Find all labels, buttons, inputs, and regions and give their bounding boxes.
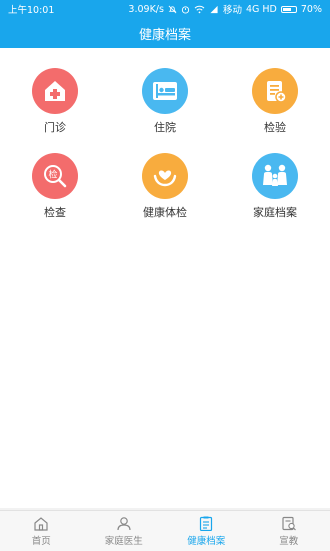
- tab-label: 家庭医生: [105, 533, 143, 547]
- grid-item-label: 检查: [44, 204, 66, 220]
- tab-family-doctor[interactable]: 家庭医生: [83, 511, 166, 551]
- lab-report-icon: [261, 77, 289, 105]
- status-bar: 上午10:01 3.09K/s 移动 4G HD 70%: [0, 0, 330, 18]
- bed-icon: [150, 78, 180, 104]
- exam-circle: 检: [32, 153, 78, 199]
- home-icon: [33, 516, 49, 531]
- grid-item-checkup[interactable]: 健康体检: [110, 153, 220, 220]
- grid-item-inpatient[interactable]: 住院: [110, 68, 220, 135]
- doctor-icon: [116, 516, 132, 531]
- wifi-icon: [194, 5, 205, 14]
- exam-badge-text: 检: [48, 169, 57, 181]
- heart-hands-icon: [151, 162, 179, 190]
- title-bar: 健康档案: [0, 18, 330, 48]
- battery-icon: [281, 6, 297, 13]
- network-speed: 3.09K/s: [128, 4, 164, 15]
- main-content: 门诊 住院: [0, 48, 330, 508]
- page-title: 健康档案: [139, 24, 191, 43]
- feature-grid: 门诊 住院: [0, 68, 330, 220]
- grid-item-lab[interactable]: 检验: [220, 68, 330, 135]
- network-type: 4G HD: [246, 4, 277, 15]
- battery-percent: 70%: [301, 4, 322, 15]
- checkup-circle: [142, 153, 188, 199]
- grid-item-label: 检验: [264, 119, 286, 135]
- grid-item-exam[interactable]: 检 检查: [0, 153, 110, 220]
- grid-item-label: 家庭档案: [253, 204, 297, 220]
- bottom-tab-bar: 首页 家庭医生 健康档案 宣教: [0, 510, 330, 551]
- status-time: 上午10:01: [8, 2, 54, 16]
- clinic-icon: [41, 77, 69, 105]
- exam-search-icon: 检: [40, 161, 70, 191]
- inpatient-circle: [142, 68, 188, 114]
- status-indicators: 3.09K/s 移动 4G HD 70%: [128, 2, 322, 16]
- records-icon: [198, 516, 214, 531]
- grid-item-label: 健康体检: [143, 204, 187, 220]
- grid-item-label: 住院: [154, 119, 176, 135]
- carrier-label: 移动: [223, 2, 242, 16]
- tab-label: 健康档案: [187, 533, 225, 547]
- signal-icon: [209, 5, 219, 14]
- clinic-circle: [32, 68, 78, 114]
- grid-item-label: 门诊: [44, 119, 66, 135]
- tab-home[interactable]: 首页: [0, 511, 83, 551]
- family-icon: [259, 161, 291, 191]
- tab-education[interactable]: 宣教: [248, 511, 330, 551]
- family-circle: [252, 153, 298, 199]
- tab-health-records[interactable]: 健康档案: [165, 511, 248, 551]
- lab-circle: [252, 68, 298, 114]
- grid-item-clinic[interactable]: 门诊: [0, 68, 110, 135]
- tab-label: 首页: [32, 533, 51, 547]
- alarm-icon: [181, 5, 190, 14]
- grid-item-family[interactable]: 家庭档案: [220, 153, 330, 220]
- tab-label: 宣教: [279, 533, 298, 547]
- mute-icon: [168, 5, 177, 14]
- education-icon: [281, 516, 297, 531]
